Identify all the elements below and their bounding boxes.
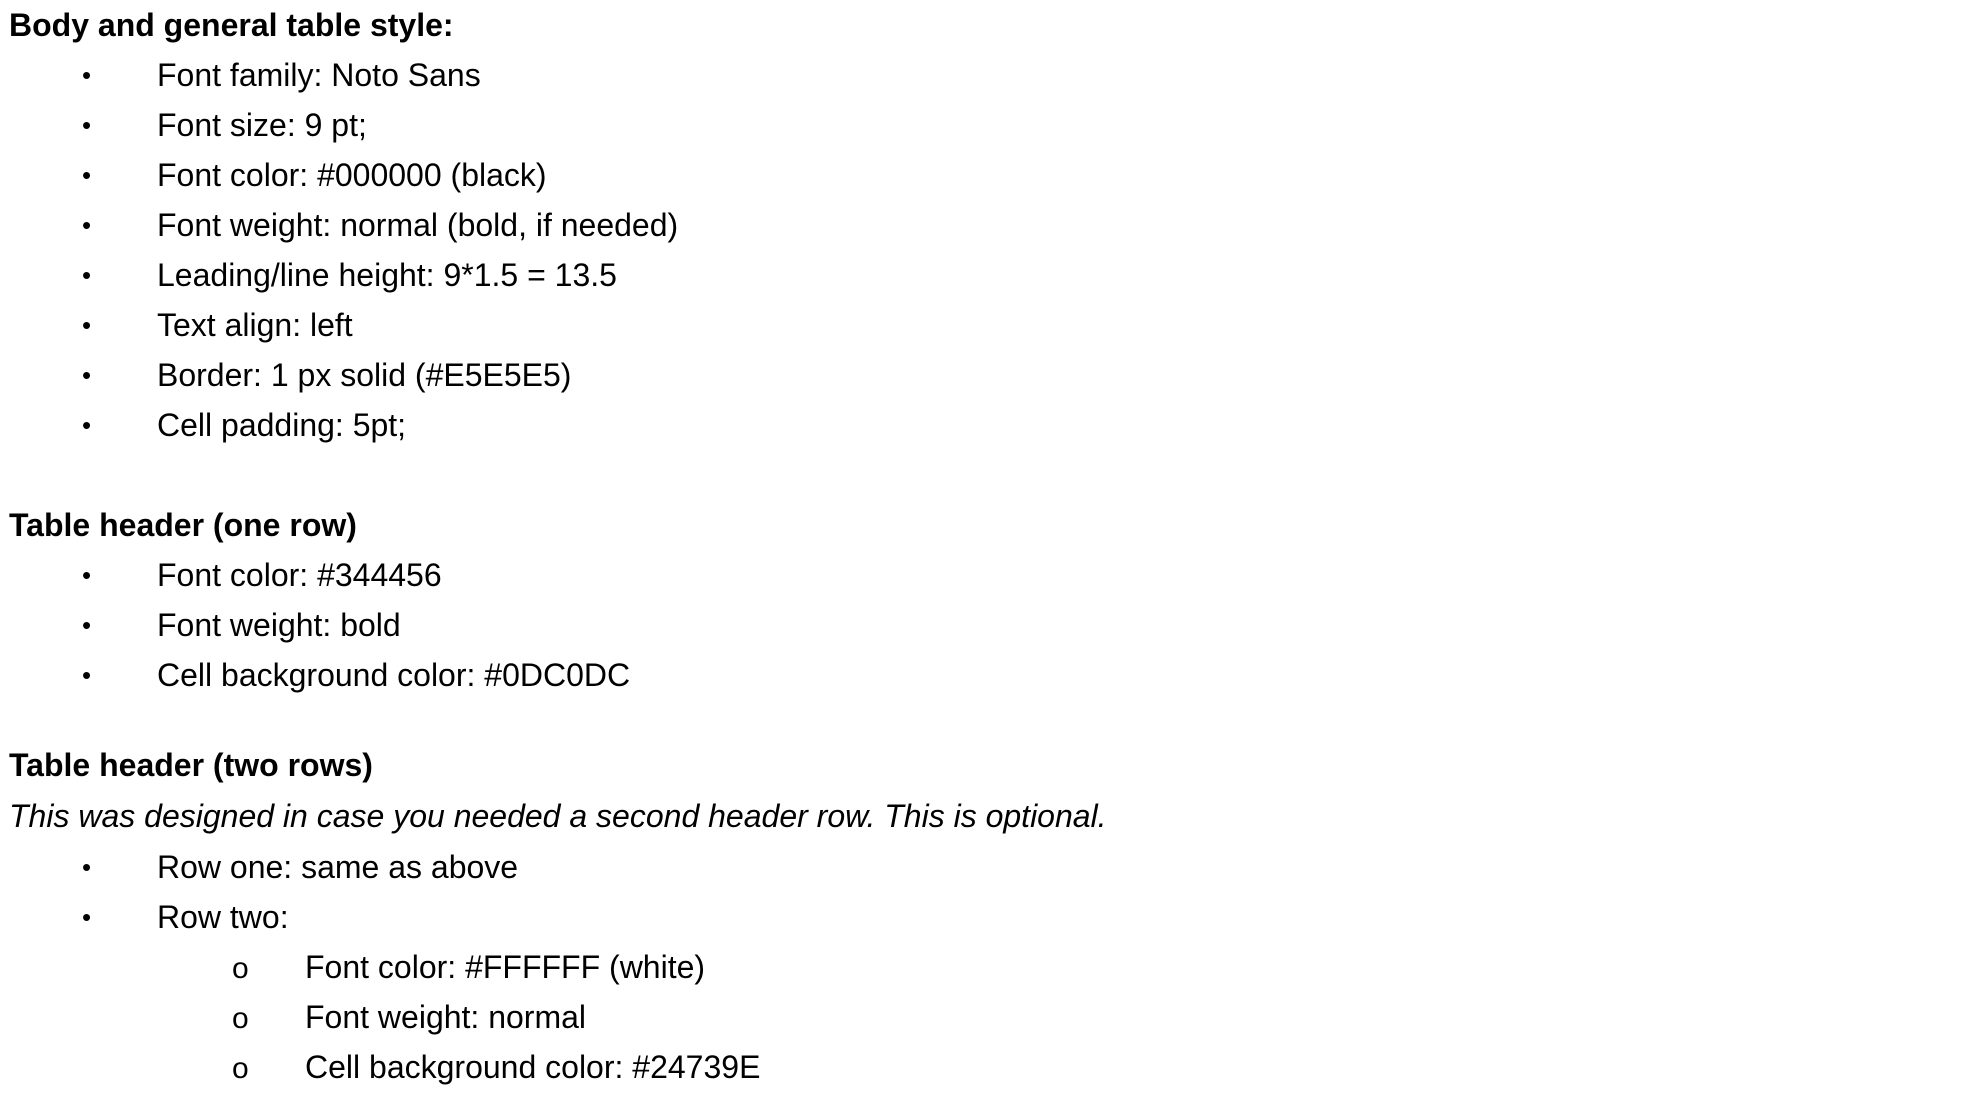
list-item: • Font color: #344456 [9, 550, 1963, 600]
list-item: • Row one: same as above [9, 842, 1963, 892]
bullet-icon: • [82, 902, 92, 932]
list-item: • Cell padding: 5pt; [9, 400, 1963, 450]
bullet-icon: • [82, 310, 92, 340]
list-item: • Text align: left [9, 300, 1963, 350]
list-item: • Font family: Noto Sans [9, 50, 1963, 100]
body-style-list: • Font family: Noto Sans • Font size: 9 pt… [9, 50, 1963, 450]
document-page: Body and general table style: • Font fami… [0, 0, 1963, 1111]
circle-bullet-icon: o [232, 1002, 249, 1035]
bullet-icon: • [82, 260, 92, 290]
sub-list-item: o Font weight: normal [9, 992, 1963, 1042]
section-heading-header-two-rows: Table header (two rows) [9, 747, 373, 783]
section-heading-body-style: Body and general table style: [9, 7, 454, 43]
bullet-icon: • [82, 660, 92, 690]
sub-list-item: o Cell background color: #24739E [9, 1042, 1963, 1092]
bullet-icon: • [82, 560, 92, 590]
circle-bullet-icon: o [232, 1052, 249, 1085]
list-item: • Font weight: bold [9, 600, 1963, 650]
list-item: • Cell background color: #0DC0DC [9, 650, 1963, 700]
circle-bullet-icon: o [232, 952, 249, 985]
list-item: • Font size: 9 pt; [9, 100, 1963, 150]
bullet-icon: • [82, 410, 92, 440]
bullet-icon: • [82, 60, 92, 90]
list-item: • Font color: #000000 (black) [9, 150, 1963, 200]
sub-list: o Font color: #FFFFFF (white) o Font weigh… [157, 942, 1963, 1092]
bullet-icon: • [82, 360, 92, 390]
bullet-icon: • [82, 210, 92, 240]
list-item: • Font weight: normal (bold, if needed) [9, 200, 1963, 250]
section-heading-header-one-row: Table header (one row) [9, 507, 357, 543]
bullet-icon: • [82, 610, 92, 640]
sub-list-item: o Font color: #FFFFFF (white) [9, 942, 1963, 992]
header-two-rows-list: • Row one: same as above • Row two: o Font … [9, 842, 1963, 1092]
section-note: This was designed in case you needed a s… [9, 798, 1107, 834]
bullet-icon: • [82, 110, 92, 140]
bullet-icon: • [82, 852, 92, 882]
list-item: • Border: 1 px solid (#E5E5E5) [9, 350, 1963, 400]
list-item: • Leading/line height: 9*1.5 = 13.5 [9, 250, 1963, 300]
bullet-icon: • [82, 160, 92, 190]
header-one-row-list: • Font color: #344456 • Font weight: bold … [9, 550, 1963, 700]
list-item: • Row two: o Font color: #FFFFFF (white) o… [9, 892, 1963, 1092]
